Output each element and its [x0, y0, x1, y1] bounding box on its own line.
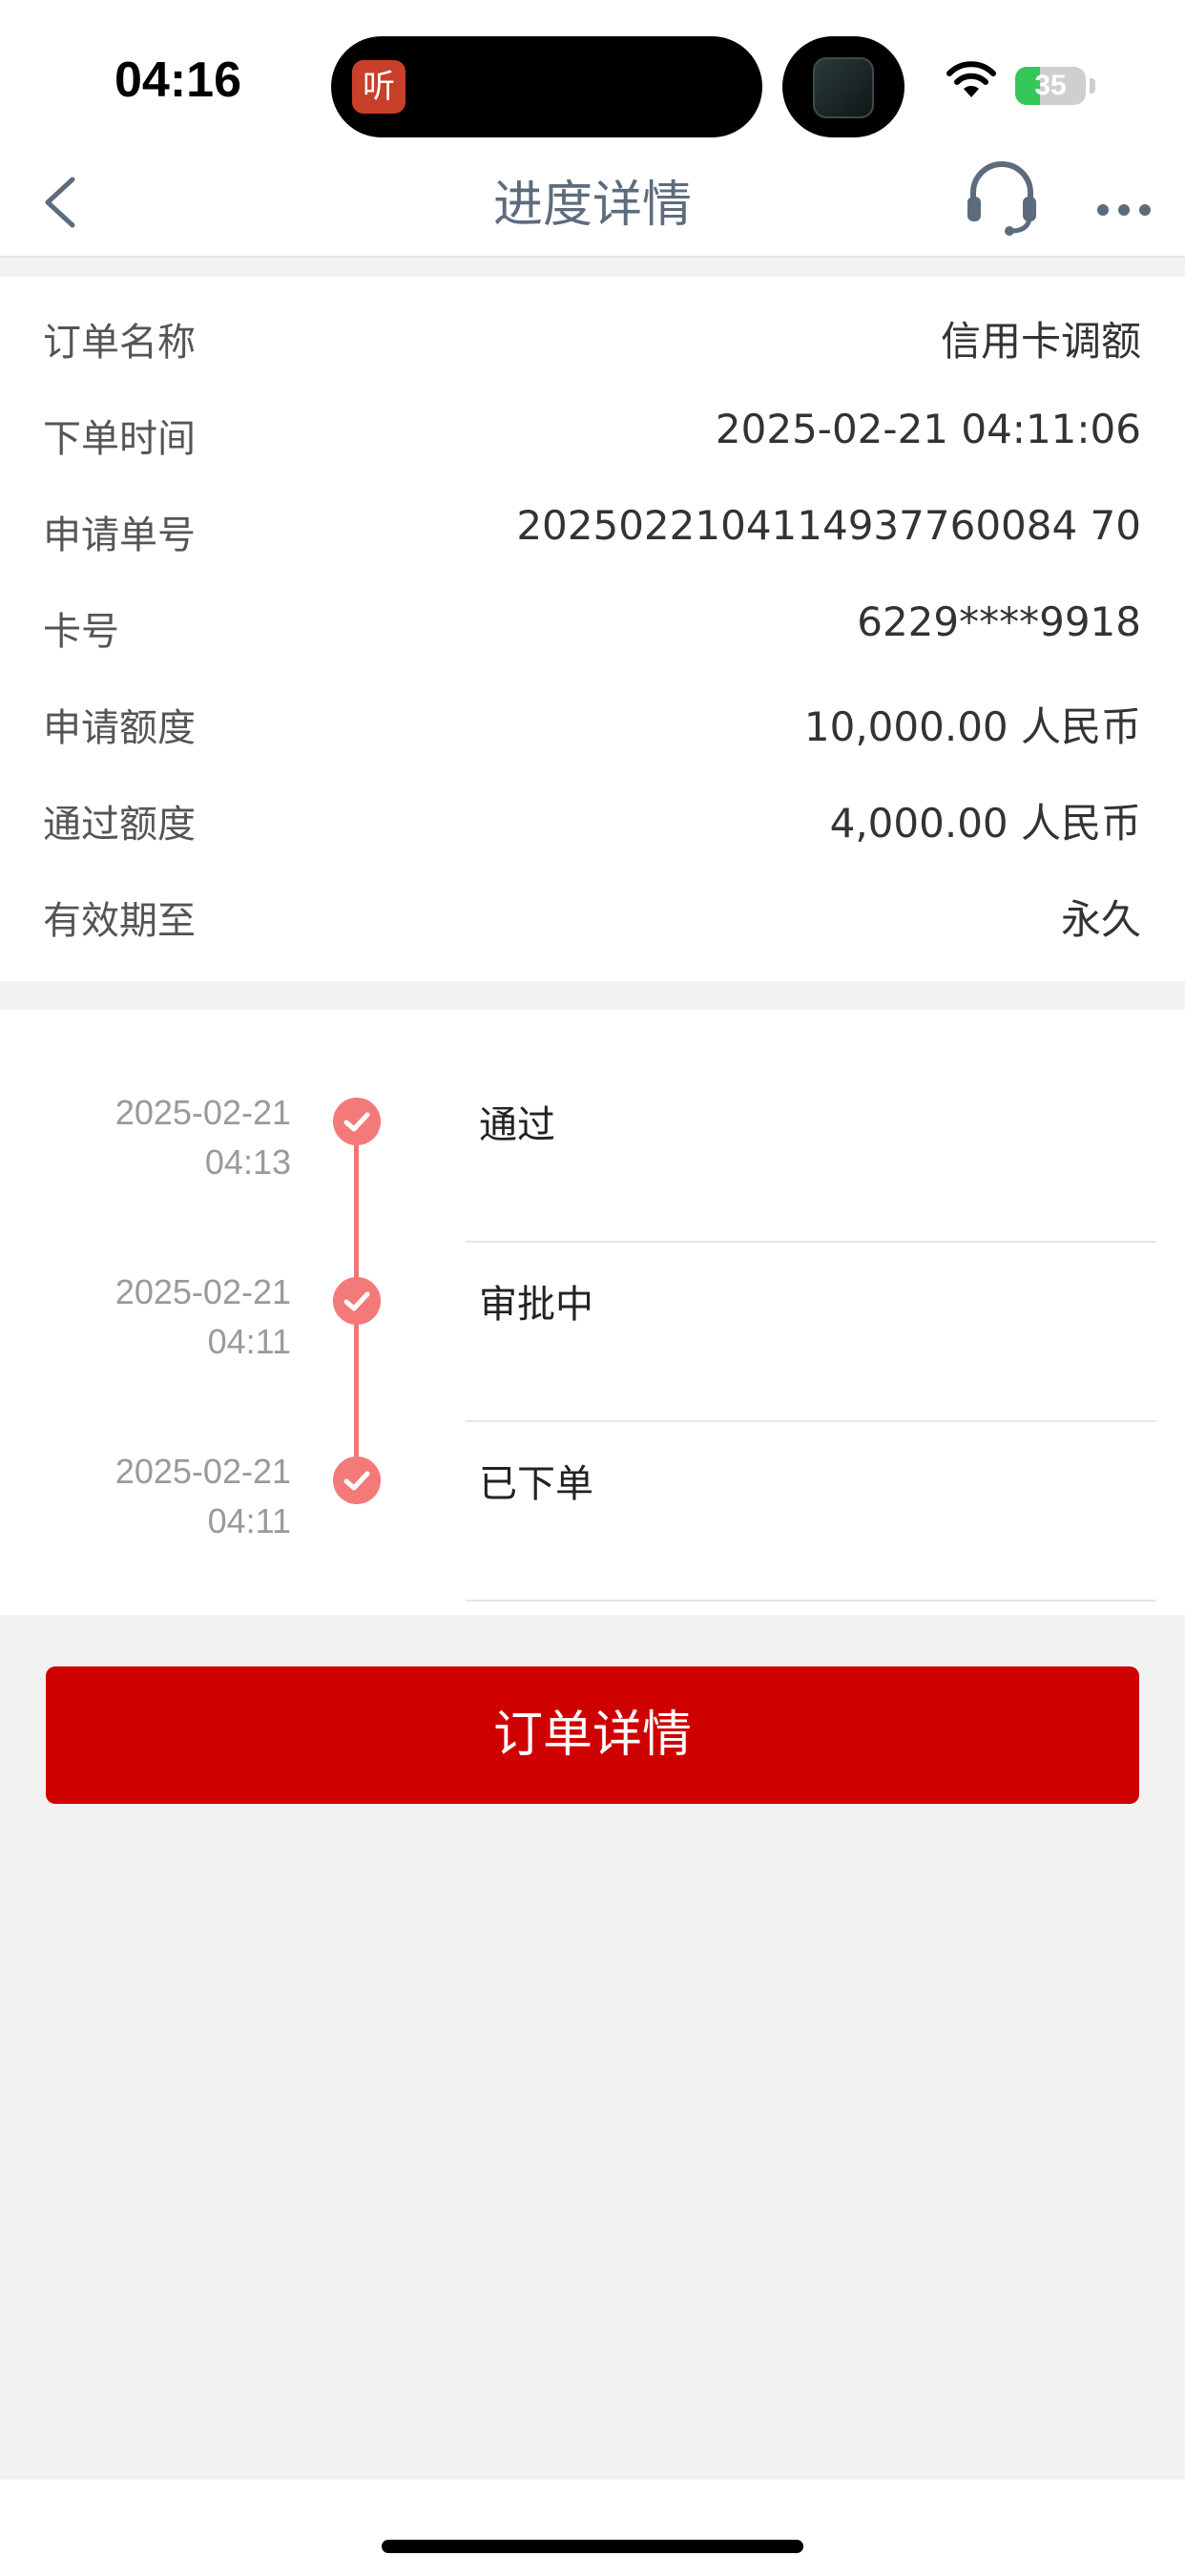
check-icon [333, 1456, 381, 1504]
check-icon [333, 1098, 381, 1145]
timeline-date: 2025-02-21 [114, 1452, 291, 1491]
timeline-time: 04:13 [204, 1142, 291, 1182]
info-label: 卡号 [43, 610, 119, 654]
timeline-time: 04:11 [207, 1322, 291, 1361]
wifi-icon [946, 61, 996, 97]
nav-bar: 进度详情 [0, 153, 1185, 258]
info-row-application-number: 申请单号 2025022104114937760084 70 [0, 483, 1185, 579]
info-value: 2025-02-21 04:11:06 [715, 406, 1141, 452]
progress-timeline: 2025-02-21 04:13 通过 2025-02-21 04:11 审批中… [0, 1010, 1185, 1615]
timeline-datetime: 2025-02-21 04:11 [115, 1447, 291, 1546]
timeline-status: 通过 [479, 1103, 555, 1147]
timeline-item: 2025-02-21 04:13 通过 [0, 1010, 1185, 1243]
status-time: 04:16 [114, 52, 241, 108]
timeline-date: 2025-02-21 [114, 1272, 291, 1311]
dynamic-island[interactable]: 听 [331, 36, 762, 137]
info-value: 2025022104114937760084 70 [516, 502, 1141, 549]
battery-nub [1090, 78, 1095, 94]
info-label: 下单时间 [43, 417, 196, 461]
info-label: 有效期至 [43, 899, 196, 943]
timeline-datetime: 2025-02-21 04:11 [115, 1267, 291, 1367]
dynamic-island-secondary[interactable] [782, 36, 904, 137]
info-row-order-name: 订单名称 信用卡调额 [0, 290, 1185, 387]
info-row-valid-until: 有效期至 永久 [0, 869, 1185, 965]
timeline-item: 2025-02-21 04:11 审批中 [0, 1189, 1185, 1422]
info-value: 永久 [1060, 896, 1141, 943]
info-value: 6229****9918 [857, 598, 1141, 645]
info-value: 4,000.00 人民币 [829, 800, 1141, 847]
listen-app-icon[interactable]: 听 [352, 60, 405, 114]
info-row-order-time: 下单时间 2025-02-21 04:11:06 [0, 387, 1185, 483]
timeline-datetime: 2025-02-21 04:13 [115, 1088, 291, 1187]
home-indicator[interactable] [382, 2540, 803, 2553]
order-info-card: 订单名称 信用卡调额 下单时间 2025-02-21 04:11:06 申请单号… [0, 277, 1185, 981]
info-value: 10,000.00 人民币 [803, 703, 1141, 750]
info-row-card-number: 卡号 6229****9918 [0, 579, 1185, 676]
timeline-time: 04:11 [207, 1501, 291, 1540]
info-row-requested-limit: 申请额度 10,000.00 人民币 [0, 676, 1185, 772]
info-label: 订单名称 [43, 321, 196, 365]
battery-icon: 35 [1015, 67, 1086, 105]
timeline-status: 已下单 [479, 1462, 593, 1506]
info-row-approved-limit: 通过额度 4,000.00 人民币 [0, 772, 1185, 869]
info-value: 信用卡调额 [940, 318, 1141, 365]
status-bar: 04:16 听 35 [0, 0, 1185, 153]
timeline-status: 审批中 [479, 1283, 593, 1327]
battery-level: 35 [1034, 70, 1067, 101]
bottom-safe-area [0, 2480, 1185, 2576]
order-details-button[interactable]: 订单详情 [46, 1666, 1139, 1804]
more-icon[interactable] [1093, 172, 1154, 229]
info-label: 通过额度 [43, 803, 196, 847]
check-icon [333, 1277, 381, 1325]
timeline-item: 2025-02-21 04:11 已下单 [0, 1369, 1185, 1602]
info-label: 申请单号 [43, 513, 196, 557]
media-app-icon[interactable] [813, 57, 874, 118]
divider [466, 1600, 1156, 1602]
info-label: 申请额度 [43, 706, 196, 750]
headset-icon[interactable] [964, 153, 1040, 239]
timeline-date: 2025-02-21 [114, 1093, 291, 1132]
